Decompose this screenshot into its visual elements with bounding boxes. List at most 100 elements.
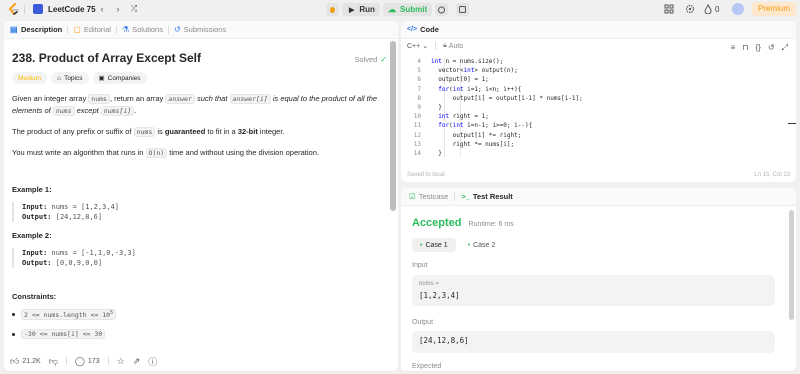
timer-button[interactable] <box>435 3 448 16</box>
page-title[interactable]: 238. Product of Array Except Self <box>12 51 387 65</box>
code-line[interactable]: 10 int right = 1; <box>401 112 796 121</box>
list-item: -30 <= nums[i] <= 30 <box>12 329 387 340</box>
reset-icon[interactable]: ↺ <box>768 43 775 53</box>
lock-icon: ▣ <box>98 75 105 82</box>
streak-counter[interactable]: 0 <box>704 4 719 14</box>
description-tabs: ▤ Description ▢ Editorial ⚗ Solutions ↺ … <box>4 21 398 39</box>
share-icon[interactable]: ⇗ <box>133 356 141 367</box>
chevron-down-icon: ⌄ <box>422 43 429 50</box>
output-box: [24,12,8,6] <box>412 331 775 353</box>
history-icon: ↺ <box>173 25 181 34</box>
run-label: Run <box>359 5 375 14</box>
leetcode-logo-icon[interactable] <box>7 3 19 16</box>
companies-button[interactable]: ▣ Companies <box>92 72 147 84</box>
code-line[interactable]: 13 right *= nums[i]; <box>401 140 796 149</box>
code-line[interactable]: 4 int n = nums.size(); <box>401 57 796 66</box>
case-2-tab[interactable]: • Case 2 <box>460 238 504 252</box>
inline-code: nums <box>88 94 110 104</box>
code-line[interactable]: 14 } <box>401 149 796 158</box>
like-button[interactable]: 👍︎ 21.2K <box>10 356 41 367</box>
code-line[interactable]: 8 output[i] = output[i-1] * nums[i-1]; <box>401 94 796 103</box>
code-line[interactable]: 5 vector<int> output(n); <box>401 66 796 75</box>
input-label: Input: <box>22 203 48 211</box>
language-select[interactable]: C++ ⌄ <box>407 42 428 50</box>
input-section-label: Input <box>412 262 428 269</box>
premium-button[interactable]: Premium <box>752 2 796 16</box>
avatar[interactable] <box>732 3 744 15</box>
keyword: int <box>452 85 464 93</box>
line-number: 13 <box>413 140 421 148</box>
tab-editorial-label: Editorial <box>83 25 111 34</box>
code-line[interactable]: 12 output[i] *= right; <box>401 131 796 140</box>
prev-problem-icon[interactable]: ‹ <box>96 3 108 15</box>
code-line[interactable]: 11 for(int i=n-1; i>=0; i--){ <box>401 121 796 130</box>
thumbs-down-icon[interactable]: 👎︎ <box>49 356 58 367</box>
text: Given an integer array <box>12 94 89 103</box>
case-1-tab[interactable]: • Case 1 <box>412 238 456 252</box>
bookmark-icon[interactable]: ⊓ <box>742 43 748 53</box>
output-label: Output: <box>22 259 52 267</box>
tab-test-result-label: Test Result <box>472 192 513 201</box>
tab-submissions[interactable]: ↺ Submissions <box>174 25 226 34</box>
code-line[interactable]: 7 for(int i=1; i<n; i++){ <box>401 85 796 94</box>
divider <box>24 5 25 14</box>
auto-mode[interactable]: 🔒︎ Auto <box>443 42 463 50</box>
alarm-icon <box>438 6 445 14</box>
language-value: C++ <box>407 43 421 50</box>
code-line[interactable]: 9 } <box>401 103 796 112</box>
line-code: int n = nums.size(); <box>431 58 504 65</box>
text: . <box>134 106 137 115</box>
comments-button[interactable]: ◯ 173 <box>75 356 100 367</box>
tag-icon: ⌂ <box>57 74 62 82</box>
submit-button[interactable]: ☁ Submit <box>383 3 432 16</box>
fullscreen-icon[interactable]: ⤢ <box>782 43 788 53</box>
study-plan-title[interactable]: LeetCode 75 <box>48 5 96 14</box>
shuffle-icon[interactable]: ⤮ <box>128 3 140 15</box>
tab-test-result[interactable]: >_ Test Result <box>461 192 512 201</box>
editor-status-bar: Saved to local Ln 15, Col 23 <box>401 168 796 182</box>
star-icon[interactable]: ☆ <box>117 356 125 367</box>
line-code: for(int i=n-1; i>=0; i--){ <box>438 122 533 130</box>
notes-button[interactable] <box>456 3 469 16</box>
tab-description[interactable]: ▤ Description <box>10 25 62 34</box>
note-icon <box>459 6 466 13</box>
tab-testcase[interactable]: ☑ Testcase <box>409 192 448 201</box>
run-button[interactable]: ▶ Run <box>342 3 380 16</box>
line-number: 6 <box>417 76 421 84</box>
problem-statement: Given an integer array nums, return an a… <box>12 93 387 117</box>
like-count: 21.2K <box>22 357 41 365</box>
help-icon[interactable]: ⓘ <box>148 355 157 368</box>
keyword: for <box>438 122 450 130</box>
code-tab-label[interactable]: Code <box>420 25 439 34</box>
topics-button[interactable]: ⌂ Topics <box>51 72 89 84</box>
tab-editorial[interactable]: ▢ Editorial <box>73 25 111 34</box>
scrollbar[interactable] <box>390 41 396 211</box>
companies-label: Companies <box>107 74 141 82</box>
output-value[interactable]: [24,12,8,6] <box>419 336 768 345</box>
debug-button[interactable] <box>326 3 339 16</box>
keyword: for <box>438 85 450 93</box>
example-input: nums = [-1,1,0,-3,3] <box>47 249 136 257</box>
layout-grid-icon[interactable] <box>664 4 674 14</box>
line-number: 4 <box>417 58 421 65</box>
constraints-section: Constraints: 2 <= nums.length <= 105 -30… <box>12 292 387 340</box>
format-icon[interactable]: ≡ <box>731 43 736 53</box>
mode-label: Auto <box>448 42 464 50</box>
constraints-list: 2 <= nums.length <= 105 -30 <= nums[i] <… <box>12 309 387 340</box>
code-editor[interactable]: 4 int n = nums.size(); 5 vector<int> outpu… <box>401 57 796 161</box>
case-label: Case 1 <box>425 241 448 249</box>
input-value[interactable]: [1,2,3,4] <box>419 291 768 300</box>
line-number: 11 <box>413 122 421 130</box>
braces-icon[interactable]: {} <box>756 43 761 53</box>
scrollbar[interactable] <box>789 210 794 320</box>
text: such that <box>194 94 230 103</box>
topics-label: Topics <box>64 74 83 82</box>
next-problem-icon[interactable]: › <box>112 3 124 15</box>
code-icon: </> <box>407 26 418 33</box>
test-result-panel: ☑ Testcase >_ Test Result Accepted Runti… <box>401 188 796 371</box>
example-heading: Example 2: <box>12 231 52 240</box>
code-line[interactable]: 6 output[0] = 1; <box>401 75 796 84</box>
settings-gear-icon[interactable] <box>685 4 695 14</box>
text: integer. <box>257 127 285 136</box>
tab-solutions[interactable]: ⚗ Solutions <box>122 25 163 34</box>
